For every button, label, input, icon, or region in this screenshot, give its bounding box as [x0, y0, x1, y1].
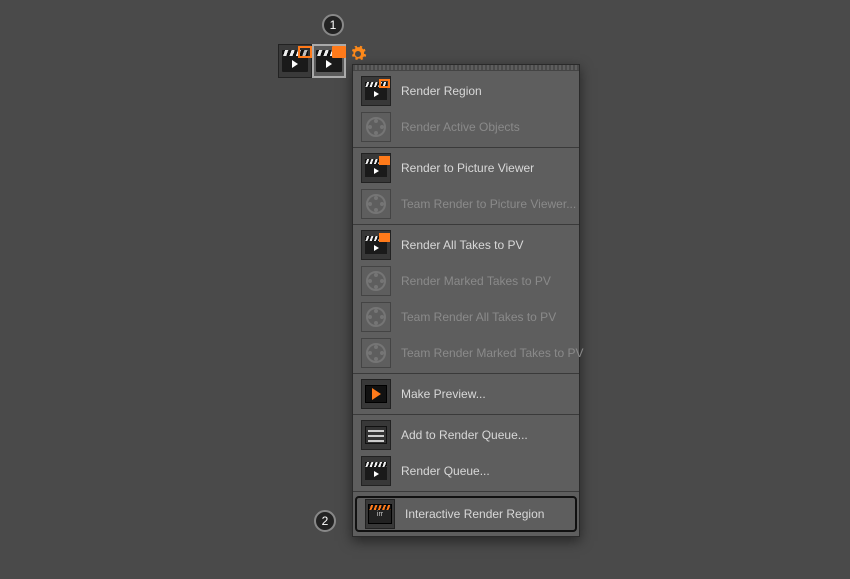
preview-icon	[361, 379, 391, 409]
reel-icon	[361, 189, 391, 219]
menu-item-label: Interactive Render Region	[405, 507, 544, 521]
reel-icon	[361, 302, 391, 332]
menu-item-render-marked-takes[interactable]: Render Marked Takes to PV	[353, 263, 579, 299]
menu-item-label: Add to Render Queue...	[401, 428, 528, 442]
clapper-image-icon	[316, 50, 342, 72]
irr-icon: irr	[365, 499, 395, 529]
menu-item-render-to-pv[interactable]: Render to Picture Viewer	[353, 150, 579, 186]
annotation-badge-1: 1	[322, 14, 344, 36]
menu-item-label: Render Active Objects	[401, 120, 520, 134]
render-dropdown-menu: Render Region Render Active Objects Rend…	[352, 64, 580, 537]
gear-icon	[349, 45, 367, 63]
menu-item-render-active-objects[interactable]: Render Active Objects	[353, 109, 579, 145]
menu-item-label: Render Marked Takes to PV	[401, 274, 551, 288]
menu-item-interactive-render-region[interactable]: irr Interactive Render Region	[355, 496, 577, 532]
queue-add-icon	[361, 420, 391, 450]
menu-item-render-queue[interactable]: Render Queue...	[353, 453, 579, 489]
clapper-plain-icon	[361, 456, 391, 486]
menu-item-label: Render to Picture Viewer	[401, 161, 534, 175]
menu-item-team-render-marked-takes[interactable]: Team Render Marked Takes to PV	[353, 335, 579, 371]
clapper-image-icon	[361, 230, 391, 260]
menu-item-label: Render Queue...	[401, 464, 490, 478]
render-region-button[interactable]	[278, 44, 312, 78]
render-picture-viewer-button[interactable]	[312, 44, 346, 78]
reel-icon	[361, 266, 391, 296]
menu-item-label: Team Render Marked Takes to PV	[401, 346, 584, 360]
reel-icon	[361, 112, 391, 142]
menu-item-make-preview[interactable]: Make Preview...	[353, 376, 579, 412]
menu-item-team-render-to-pv[interactable]: Team Render to Picture Viewer...	[353, 186, 579, 222]
clapper-region-icon	[282, 50, 308, 72]
menu-item-team-render-all-takes[interactable]: Team Render All Takes to PV	[353, 299, 579, 335]
clapper-image-icon	[361, 153, 391, 183]
menu-item-label: Make Preview...	[401, 387, 486, 401]
menu-item-label: Team Render to Picture Viewer...	[401, 197, 576, 211]
render-settings-button[interactable]	[348, 44, 368, 64]
menu-item-label: Render All Takes to PV	[401, 238, 524, 252]
clapper-region-icon	[361, 76, 391, 106]
menu-item-render-region[interactable]: Render Region	[353, 73, 579, 109]
menu-item-render-all-takes[interactable]: Render All Takes to PV	[353, 227, 579, 263]
menu-item-label: Render Region	[401, 84, 482, 98]
menu-item-add-render-queue[interactable]: Add to Render Queue...	[353, 417, 579, 453]
menu-item-label: Team Render All Takes to PV	[401, 310, 556, 324]
reel-icon	[361, 338, 391, 368]
annotation-badge-2: 2	[314, 510, 336, 532]
